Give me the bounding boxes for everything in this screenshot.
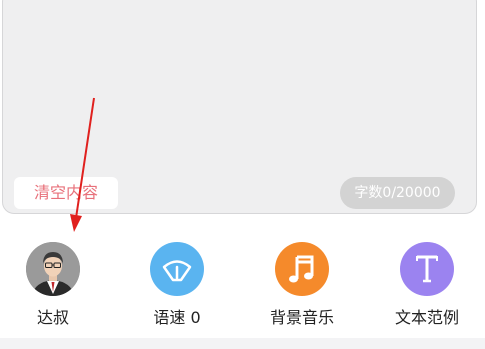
toolbar-examples-label: 文本范例	[394, 308, 459, 327]
music-note-icon	[275, 242, 329, 296]
bottom-divider	[0, 338, 485, 349]
toolbar-speed-button[interactable]: 语速 0	[127, 242, 227, 332]
toolbar-voice-button[interactable]: 达叔	[3, 242, 103, 332]
toolbar-examples-button[interactable]: 文本范例	[377, 242, 477, 332]
toolbar-music-label: 背景音乐	[269, 308, 334, 327]
text-t-icon	[400, 242, 454, 296]
clear-content-button[interactable]: 清空内容	[14, 177, 118, 209]
toolbar-speed-label: 语速 0	[153, 308, 201, 327]
toolbar-voice-label: 达叔	[36, 308, 69, 327]
toolbar-music-button[interactable]: 背景音乐	[252, 242, 352, 332]
speed-gauge-icon	[150, 242, 204, 296]
voice-avatar-icon	[26, 242, 80, 296]
char-count-badge: 字数0/20000	[340, 177, 455, 209]
